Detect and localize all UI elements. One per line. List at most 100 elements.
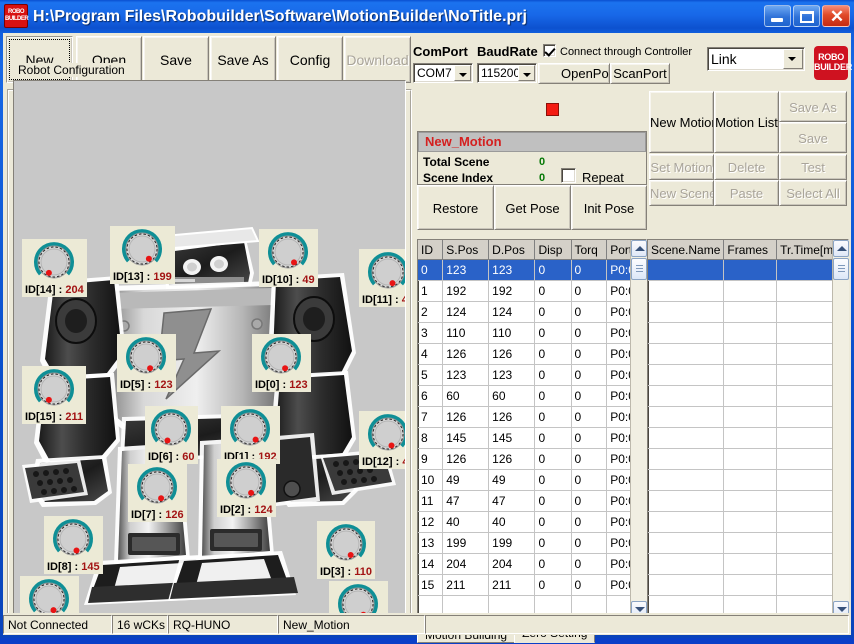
restore-button[interactable]: Restore [417,185,494,230]
scene-table-row[interactable] [648,511,848,533]
scene-table-cell[interactable] [723,343,778,365]
scene-table-row[interactable] [648,385,848,407]
pose-table-cell[interactable]: 123 [488,364,536,386]
close-button[interactable]: ✕ [822,5,850,27]
scene-table-cell[interactable] [723,553,778,575]
pose-table-cell[interactable]: 0 [534,490,572,512]
knob-dial[interactable] [364,250,405,294]
servo-widget-ID15[interactable]: ID[15] : 211 [22,366,87,424]
scene-table-cell[interactable] [723,406,778,428]
servo-widget-ID8[interactable]: ID[8] : 145 [44,516,103,574]
pose-table-cell[interactable]: 0 [571,574,608,596]
knob-dial[interactable] [226,407,274,451]
pose-table-cell[interactable]: 0 [418,259,444,281]
pose-table-cell[interactable]: 204 [488,553,536,575]
pose-table-cell[interactable]: 0 [534,343,572,365]
robot-viewport[interactable]: ID[14] : 204 ID[13] : 199 ID[10] : 49 ID[11… [13,80,406,620]
scene-table-cell[interactable] [648,553,725,575]
open-port-button[interactable]: OpenPort [538,63,610,84]
pose-table-cell[interactable]: 0 [571,427,608,449]
pose-table-cell[interactable]: 0 [571,322,608,344]
scene-table-cell[interactable] [648,322,725,344]
servo-widget-ID13[interactable]: ID[13] : 199 [110,226,175,284]
scene-table-cell[interactable] [648,490,725,512]
pose-table-header-2[interactable]: D.Pos [488,240,536,260]
scene-table-cell[interactable] [723,469,778,491]
pose-table-cell[interactable]: 60 [442,385,490,407]
servo-widget-ID7[interactable]: ID[7] : 126 [128,464,187,522]
pose-table-cell[interactable]: 126 [488,343,536,365]
save-as-button[interactable]: Save As [210,36,276,83]
pose-table-cell[interactable]: 0 [571,511,608,533]
pose-table-cell[interactable]: 126 [488,406,536,428]
pose-table-cell[interactable]: 49 [488,469,536,491]
pose-table-cell[interactable]: 0 [534,574,572,596]
pose-table-cell[interactable]: 3 [418,322,444,344]
pose-table-cell[interactable]: 211 [488,574,536,596]
pose-table-cell[interactable]: 126 [442,343,490,365]
maximize-button[interactable] [793,5,820,27]
pose-table-row[interactable]: 2 124 124 0 0 P0:0 [418,301,646,323]
knob-dial[interactable] [30,240,78,284]
scroll-up-icon[interactable] [833,240,849,257]
pose-table-cell[interactable]: 0 [571,532,608,554]
pose-table-row[interactable]: 9 126 126 0 0 P0:0 [418,448,646,470]
pose-table-cell[interactable]: 0 [534,553,572,575]
scene-table-cell[interactable] [648,469,725,491]
scene-table-row[interactable] [648,490,848,512]
pose-table-cell[interactable]: 0 [534,427,572,449]
pose-table-row[interactable]: 10 49 49 0 0 P0:0 [418,469,646,491]
pose-table-cell[interactable]: 126 [442,406,490,428]
pose-table-cell[interactable]: 4 [418,343,444,365]
pose-table-cell[interactable]: 0 [571,385,608,407]
pose-table-cell[interactable]: 13 [418,532,444,554]
pose-table-cell[interactable]: 0 [571,490,608,512]
link-select[interactable]: Link [707,47,805,71]
pose-table-row[interactable]: 13 199 199 0 0 P0:0 [418,532,646,554]
knob-dial[interactable] [118,227,166,271]
pose-table-cell[interactable]: 124 [442,301,490,323]
pose-table-cell[interactable]: 2 [418,301,444,323]
scene-table-row[interactable] [648,259,848,281]
pose-table-row[interactable]: 8 145 145 0 0 P0:0 [418,427,646,449]
save-button[interactable]: Save [143,36,209,83]
scene-table-cell[interactable] [723,364,778,386]
pose-table-cell[interactable]: 123 [488,259,536,281]
pose-table-cell[interactable]: 6 [418,385,444,407]
scene-table-header-0[interactable]: Scene.Name [648,240,725,260]
pose-table-cell[interactable]: 7 [418,406,444,428]
scene-table-cell[interactable] [648,448,725,470]
scene-table-row[interactable] [648,553,848,575]
pose-table-cell[interactable]: 49 [442,469,490,491]
get-pose-button[interactable]: Get Pose [494,185,571,230]
pose-table-cell[interactable]: 145 [442,427,490,449]
scene-table-cell[interactable] [648,280,725,302]
pose-table-cell[interactable]: 192 [442,280,490,302]
init-pose-button[interactable]: Init Pose [571,185,647,230]
scene-table-row[interactable] [648,574,848,596]
scene-table-cell[interactable] [723,490,778,512]
scene-table-cell[interactable] [648,364,725,386]
scene-table-cell[interactable] [648,385,725,407]
config-button[interactable]: Config [277,36,343,83]
pose-table-cell[interactable]: 5 [418,364,444,386]
pose-table-cell[interactable]: 11 [418,490,444,512]
minimize-button[interactable] [764,5,791,27]
scene-table-cell[interactable] [648,343,725,365]
pose-table-cell[interactable]: 0 [534,322,572,344]
pose-table-row[interactable]: 1 192 192 0 0 P0:0 [418,280,646,302]
knob-dial[interactable] [122,335,170,379]
servo-widget-ID2[interactable]: ID[2] : 124 [217,459,276,517]
pose-table-cell[interactable]: 110 [488,322,536,344]
pose-table-cell[interactable]: 0 [534,280,572,302]
scene-table-cell[interactable] [723,322,778,344]
pose-table-cell[interactable]: 0 [534,259,572,281]
pose-table-cell[interactable]: 40 [488,511,536,533]
scene-table-row[interactable] [648,364,848,386]
pose-table-cell[interactable]: 14 [418,553,444,575]
pose-table-row[interactable]: 4 126 126 0 0 P0:0 [418,343,646,365]
pose-table-cell[interactable]: 40 [442,511,490,533]
servo-widget-ID14[interactable]: ID[14] : 204 [22,239,87,297]
connect-through-controller-checkbox[interactable] [543,44,556,57]
pose-table-cell[interactable]: 199 [488,532,536,554]
